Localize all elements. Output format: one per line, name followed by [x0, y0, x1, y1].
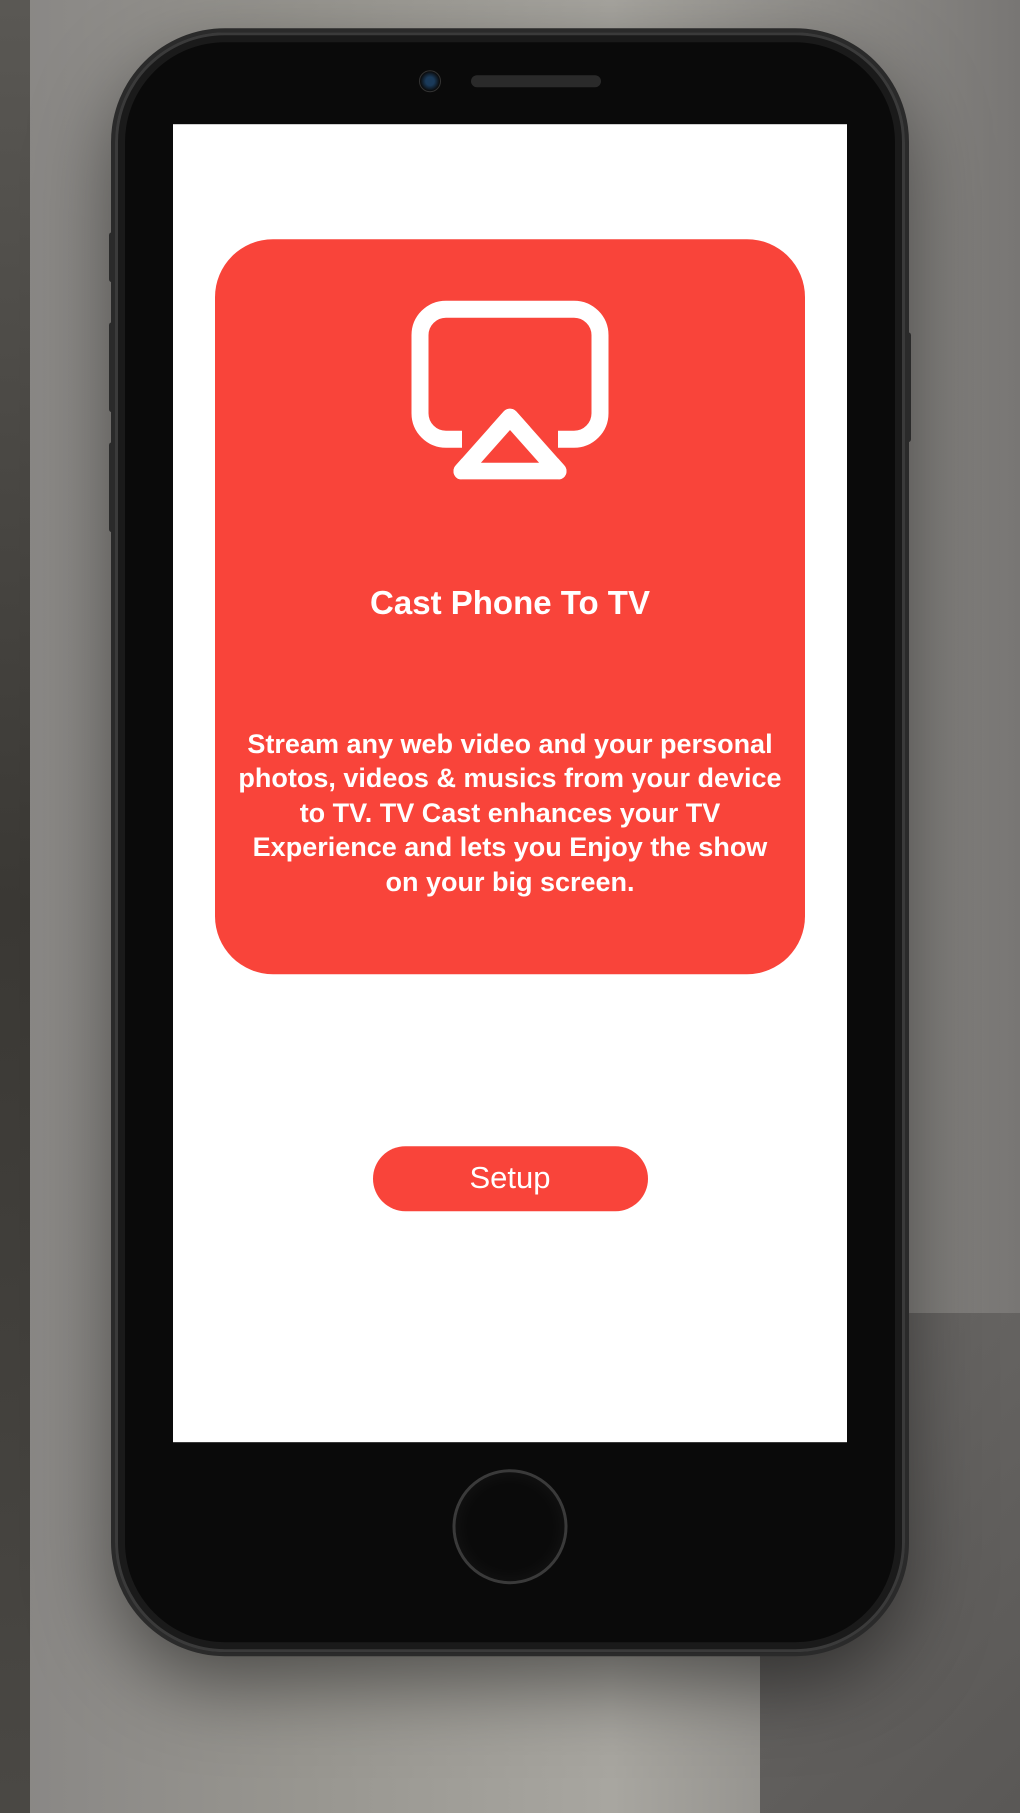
- setup-button[interactable]: Setup: [373, 1146, 648, 1211]
- home-button[interactable]: [453, 1469, 568, 1584]
- phone-bezel: Cast Phone To TV Stream any web video an…: [125, 42, 895, 1642]
- mute-switch: [109, 232, 115, 282]
- card-description: Stream any web video and your personal p…: [233, 727, 787, 900]
- feature-card: Cast Phone To TV Stream any web video an…: [215, 239, 805, 974]
- phone-top-sensors: [419, 70, 601, 92]
- volume-down-button: [109, 442, 115, 532]
- app-onboarding-screen: Cast Phone To TV Stream any web video an…: [173, 124, 847, 1442]
- card-title: Cast Phone To TV: [370, 584, 650, 622]
- front-camera: [419, 70, 441, 92]
- earpiece-speaker: [471, 75, 601, 87]
- phone-screen: Cast Phone To TV Stream any web video an…: [173, 124, 847, 1442]
- airplay-icon: [410, 299, 610, 484]
- phone-device-frame: Cast Phone To TV Stream any web video an…: [115, 32, 905, 1652]
- volume-up-button: [109, 322, 115, 412]
- power-button: [905, 332, 911, 442]
